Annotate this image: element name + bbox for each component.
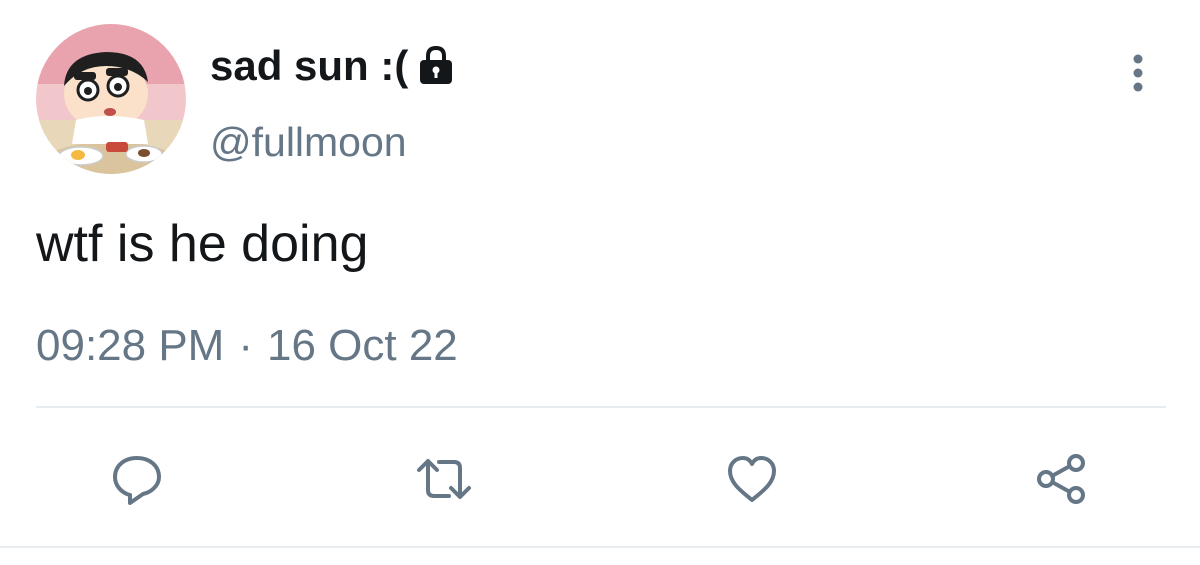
like-button[interactable] bbox=[721, 448, 783, 510]
avatar[interactable] bbox=[36, 24, 186, 174]
timestamp-separator: · bbox=[238, 321, 253, 370]
reply-button[interactable] bbox=[106, 448, 168, 510]
display-name[interactable]: sad sun :( bbox=[210, 40, 408, 92]
avatar-image bbox=[36, 24, 186, 174]
tweet-timestamp[interactable]: 09:28 PM · 16 Oct 22 bbox=[36, 318, 458, 374]
reply-icon bbox=[113, 456, 161, 505]
user-handle[interactable]: @fullmoon bbox=[210, 116, 407, 168]
tweet-text: wtf is he doing bbox=[36, 215, 369, 273]
lock-icon bbox=[414, 43, 458, 87]
heart-icon bbox=[728, 456, 776, 502]
retweet-icon bbox=[417, 459, 471, 499]
display-name-row: sad sun :( bbox=[210, 40, 458, 92]
tweet-time: 09:28 PM bbox=[36, 321, 225, 370]
bottom-divider bbox=[0, 546, 1200, 548]
tweet-date: 16 Oct 22 bbox=[267, 321, 458, 370]
share-icon bbox=[1037, 454, 1085, 504]
more-vertical-icon bbox=[1133, 54, 1143, 92]
more-options-button[interactable] bbox=[1118, 48, 1158, 98]
divider bbox=[36, 406, 1166, 408]
retweet-button[interactable] bbox=[413, 448, 475, 510]
share-button[interactable] bbox=[1030, 448, 1092, 510]
